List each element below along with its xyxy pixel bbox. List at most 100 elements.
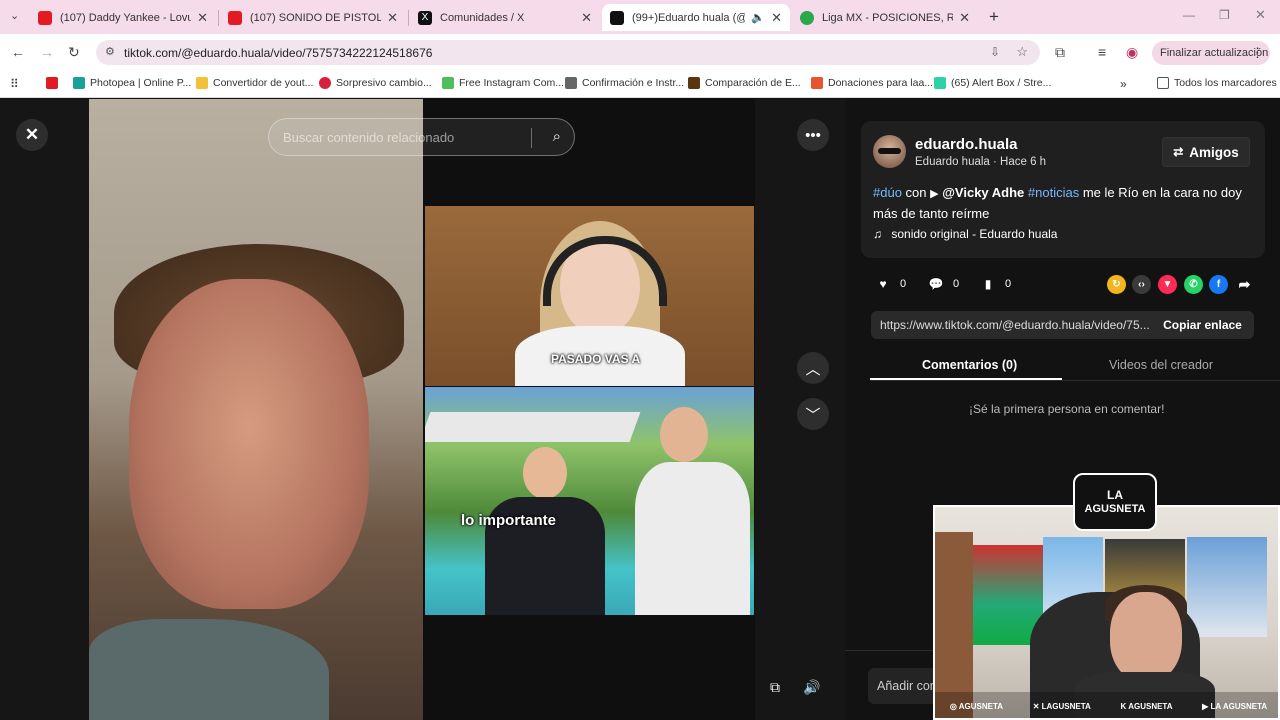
bookmark-photopea[interactable]: Photopea | Online P... xyxy=(73,77,191,89)
bookmark-label: Sorpresivo cambio... xyxy=(336,77,432,89)
embed-icon[interactable]: ‹› xyxy=(1132,275,1151,294)
like-stat[interactable]: ♥ 0 xyxy=(874,275,906,293)
youtube-icon: ▶ xyxy=(1202,701,1211,711)
copy-link-row: https://www.tiktok.com/@eduardo.huala/vi… xyxy=(871,311,1254,339)
bookmark-convertidor[interactable]: Convertidor de yout... xyxy=(196,77,313,89)
apps-icon[interactable]: ⠿ xyxy=(10,77,19,91)
browser-tab-4-active[interactable]: (99+)Eduardo huala (@eduardo.huala) 🔈 ✕ xyxy=(602,4,790,31)
send-icon[interactable]: ▼ xyxy=(1158,275,1177,294)
floating-player-icon[interactable]: ⧉ xyxy=(762,674,788,700)
whatsapp-icon[interactable]: ✆ xyxy=(1184,275,1203,294)
donation-icon xyxy=(811,77,823,89)
repost-icon[interactable]: ↻ xyxy=(1107,275,1126,294)
bookmark-label: Convertidor de yout... xyxy=(213,77,314,89)
close-tab-icon[interactable]: ✕ xyxy=(959,10,970,26)
back-icon[interactable]: ← xyxy=(11,44,25,60)
username[interactable]: eduardo.huala xyxy=(915,136,1018,153)
news-icon xyxy=(319,77,331,89)
address-bar[interactable]: ⚙ tiktok.com/@eduardo.huala/video/757573… xyxy=(96,40,1040,65)
save-stat[interactable]: ▮ 0 xyxy=(979,275,1011,293)
install-app-icon[interactable]: ⇩ xyxy=(990,45,1000,59)
bookmark-confirmacion[interactable]: Confirmación e Instr... xyxy=(565,77,684,89)
finish-update-button[interactable]: Finalizar actualización ⋮ xyxy=(1152,41,1270,65)
friends-button[interactable]: ⇄ Amigos xyxy=(1162,137,1250,167)
bookmark-alertbox[interactable]: (65) Alert Box / Stre... xyxy=(934,77,1051,89)
person-jacket xyxy=(89,619,329,720)
social-handles-bar: ◎ AGUSNETA ✕ LAGUSNETA K AGUSNETA ▶ LA A… xyxy=(935,692,1278,718)
volume-icon[interactable]: 🔊 xyxy=(799,674,825,700)
handle-text: LAGUSNETA xyxy=(1041,701,1091,711)
extensions-icon[interactable]: ⧉ xyxy=(1055,44,1065,61)
close-icon[interactable]: ✕ xyxy=(16,119,48,151)
browser-tab-3[interactable]: X Comunidades / X ✕ xyxy=(410,4,600,31)
bookmark-star-icon[interactable]: ☆ xyxy=(1016,44,1028,60)
tab-comments[interactable]: Comentarios (0) xyxy=(922,358,1017,372)
x-handle: ✕ LAGUSNETA xyxy=(1033,702,1091,711)
media-controls-icon[interactable]: ≡ xyxy=(1098,44,1106,60)
facebook-icon[interactable]: f xyxy=(1209,275,1228,294)
search-input[interactable]: Buscar contenido relacionado ⌕ xyxy=(268,118,575,156)
search-divider xyxy=(531,128,532,148)
x-icon: ✕ xyxy=(1032,701,1042,711)
kick-handle: K AGUSNETA xyxy=(1121,702,1173,711)
bookmark-label: Free Instagram Com... xyxy=(459,77,565,89)
logo-line-2: AGUSNETA xyxy=(1084,503,1146,515)
share-arrow-icon[interactable]: ➦ xyxy=(1235,275,1254,294)
browser-tab-1[interactable]: (107) Daddy Yankee - Lovumba ✕ xyxy=(30,4,216,31)
menu-dots-icon[interactable]: ⋮ xyxy=(1251,45,1264,61)
comment-divider xyxy=(845,650,935,651)
bookmark-label: Comparación de E... xyxy=(705,77,801,89)
avatar[interactable] xyxy=(873,135,906,168)
hashtag-noticias[interactable]: #noticias xyxy=(1028,185,1079,200)
bookmarks-bar: ⠿ Photopea | Online P... Convertidor de … xyxy=(0,70,1280,98)
copy-link-button[interactable]: Copiar enlace xyxy=(1151,318,1254,332)
bookmark-instagram[interactable]: Free Instagram Com... xyxy=(442,77,564,89)
duet-left-video[interactable] xyxy=(89,99,423,720)
site-info-icon[interactable]: ⚙ xyxy=(105,45,115,58)
instagram-icon xyxy=(442,77,454,89)
sound-link[interactable]: ♫ sonido original - Eduardo huala xyxy=(873,227,1057,241)
new-tab-icon[interactable]: + xyxy=(989,7,999,27)
link-icon xyxy=(565,77,577,89)
bookmark-comparacion[interactable]: Comparación de E... xyxy=(688,77,801,89)
all-bookmarks[interactable]: Todos los marcadores xyxy=(1157,77,1277,89)
minimize-icon[interactable]: — xyxy=(1183,8,1195,22)
maximize-icon[interactable]: ❐ xyxy=(1219,8,1230,22)
more-bookmarks-icon[interactable]: » xyxy=(1120,77,1127,91)
previous-video-icon[interactable]: ︿ xyxy=(797,352,829,384)
tab-search-icon[interactable]: ⌄ xyxy=(10,9,19,22)
next-video-icon[interactable]: ﹀ xyxy=(797,398,829,430)
close-tab-icon[interactable]: ✕ xyxy=(581,10,592,26)
boy-in-suit xyxy=(485,447,605,615)
tiktok-icon xyxy=(610,10,624,25)
instagram-icon: ◎ xyxy=(949,701,959,711)
post-link[interactable]: https://www.tiktok.com/@eduardo.huala/vi… xyxy=(871,318,1151,332)
like-count: 0 xyxy=(900,278,907,290)
hashtag-duo[interactable]: #dúo xyxy=(873,185,902,200)
mention-vicky[interactable]: @Vicky Adhe xyxy=(942,185,1024,200)
close-tab-icon[interactable]: ✕ xyxy=(387,10,398,26)
close-tab-icon[interactable]: ✕ xyxy=(771,10,782,26)
browser-tab-title: (99+)Eduardo huala (@eduardo.huala) xyxy=(632,11,745,24)
comment-stat[interactable]: 💬 0 xyxy=(927,275,960,293)
profile-icon[interactable]: ◉ xyxy=(1126,44,1138,61)
team-poster xyxy=(1187,537,1267,637)
browser-tab-2[interactable]: (107) SONIDO DE PISTOLA - YouTube ✕ xyxy=(220,4,406,31)
handle-text: AGUSNETA xyxy=(1128,701,1173,711)
bookmark-donaciones[interactable]: Donaciones para laa... xyxy=(811,77,933,89)
browser-tab-5[interactable]: Liga MX - POSICIONES, RESULTADOS ✕ xyxy=(792,4,978,31)
forward-icon[interactable]: → xyxy=(40,44,54,60)
save-count: 0 xyxy=(1005,278,1012,290)
close-tab-icon[interactable]: ✕ xyxy=(197,10,208,26)
tab-creator-videos[interactable]: Videos del creador xyxy=(1109,358,1213,372)
bookmark-label: (65) Alert Box / Stre... xyxy=(951,77,1052,89)
close-window-icon[interactable]: ✕ xyxy=(1255,7,1266,23)
reload-icon[interactable]: ↻ xyxy=(68,44,80,61)
speaker-icon[interactable]: 🔈 xyxy=(751,11,765,24)
more-options-icon[interactable]: ••• xyxy=(797,119,829,151)
bookmark-sorpresivo[interactable]: Sorpresivo cambio... xyxy=(319,77,432,89)
search-icon[interactable]: ⌕ xyxy=(553,128,561,145)
empty-comments-message: ¡Sé la primera persona en comentar! xyxy=(969,402,1165,416)
bookmark-youtube[interactable] xyxy=(46,77,63,89)
browser-tab-title: Liga MX - POSICIONES, RESULTADOS xyxy=(822,11,954,24)
